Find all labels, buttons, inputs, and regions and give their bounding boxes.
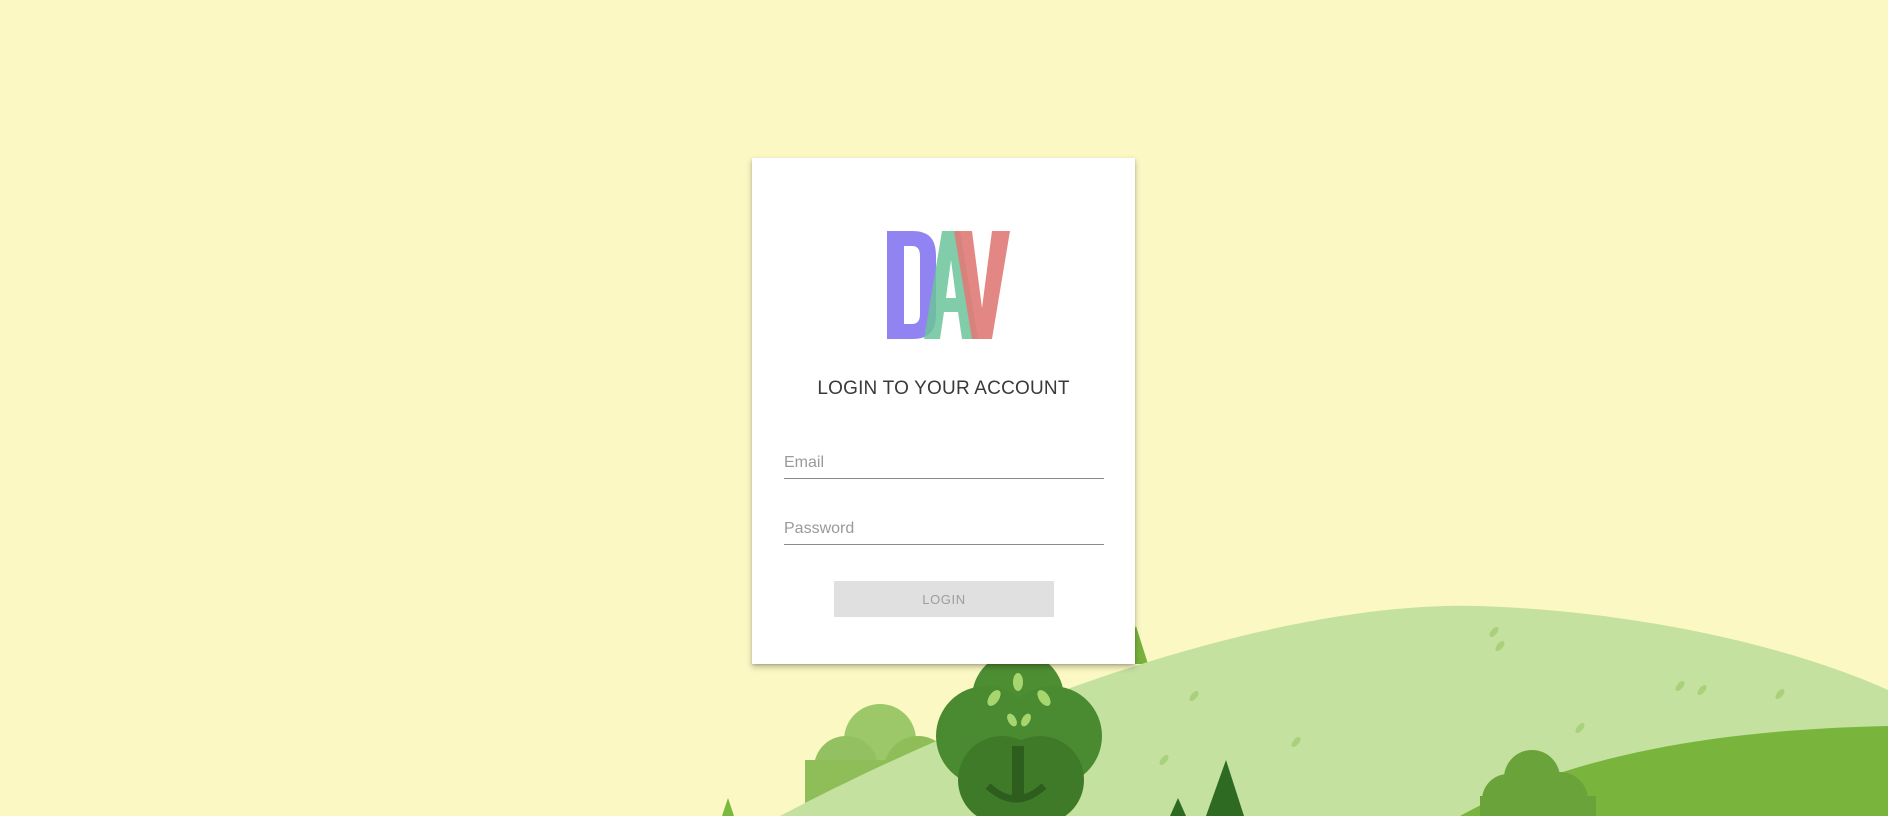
login-card: LOGIN TO YOUR ACCOUNT LOGIN xyxy=(752,158,1135,664)
central-tree xyxy=(936,652,1102,816)
small-pine-left xyxy=(722,798,734,816)
login-title: LOGIN TO YOUR ACCOUNT xyxy=(817,378,1070,399)
login-button[interactable]: LOGIN xyxy=(834,581,1054,617)
email-field[interactable] xyxy=(784,446,1104,479)
dav-logo xyxy=(887,231,1010,339)
password-field[interactable] xyxy=(784,512,1104,545)
email-input[interactable] xyxy=(784,454,1104,472)
password-input[interactable] xyxy=(784,520,1104,538)
